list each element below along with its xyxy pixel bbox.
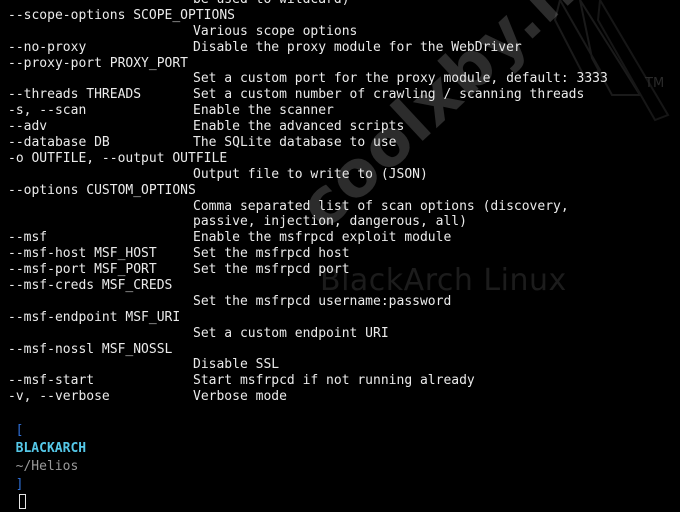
terminal-line: passive, injection, dangerous, all) xyxy=(0,214,680,230)
terminal-line: --scope-options SCOPE_OPTIONS xyxy=(0,8,680,24)
option-flag: --msf-nossl MSF_NOSSL xyxy=(8,341,173,357)
terminal-line: Set the msfrpcd username:password xyxy=(0,294,680,310)
terminal-output: be used to wildcard)--scope-options SCOP… xyxy=(0,0,680,405)
option-flag: --scope-options SCOPE_OPTIONS xyxy=(8,7,235,23)
option-flag: --msf-start xyxy=(8,373,95,389)
option-flag: --msf-port MSF_PORT xyxy=(8,262,157,278)
option-flag: --adv xyxy=(8,119,48,135)
prompt-open-bracket: [ xyxy=(15,423,24,438)
terminal-line: --threads THREADS Set a custom number of … xyxy=(0,87,680,103)
option-description: passive, injection, dangerous, all) xyxy=(193,214,467,230)
terminal-line: --database DB The SQLite database to use xyxy=(0,135,680,151)
option-description: be used to wildcard) xyxy=(193,0,350,8)
option-description: Set the msfrpcd port xyxy=(193,262,350,278)
option-flag: --proxy-port PROXY_PORT xyxy=(8,55,189,71)
terminal-line: Comma separated list of scan options (di… xyxy=(0,199,680,215)
option-description: Set a custom endpoint URI xyxy=(193,325,389,341)
option-description: Enable the advanced scripts xyxy=(193,119,405,135)
terminal-line: Set a custom endpoint URI xyxy=(0,326,680,342)
prompt-close-bracket: ] xyxy=(15,477,24,492)
terminal-line: --msf-endpoint MSF_URI xyxy=(0,310,680,326)
terminal-line: Various scope options xyxy=(0,24,680,40)
terminal-line: --proxy-port PROXY_PORT xyxy=(0,56,680,72)
option-description: Start msfrpcd if not running already xyxy=(193,373,475,389)
option-description: Set a custom number of crawling / scanni… xyxy=(193,87,585,103)
option-flag: --msf-creds MSF_CREDS xyxy=(8,278,173,294)
option-flag: --database DB xyxy=(8,135,110,151)
option-flag: --threads THREADS xyxy=(8,87,142,103)
option-description: Enable the msfrpcd exploit module xyxy=(193,230,452,246)
option-flag: --options CUSTOM_OPTIONS xyxy=(8,182,196,198)
terminal-line: Set a custom port for the proxy module, … xyxy=(0,71,680,87)
option-description: Verbose mode xyxy=(193,389,287,405)
prompt-hostname: BLACKARCH xyxy=(15,441,87,456)
terminal-line: --no-proxy Disable the proxy module for t… xyxy=(0,40,680,56)
option-description: Various scope options xyxy=(193,23,358,39)
option-description: The SQLite database to use xyxy=(193,135,397,151)
terminal-line: -s, --scan Enable the scanner xyxy=(0,103,680,119)
option-flag: --msf xyxy=(8,230,48,246)
terminal-line: --msf-start Start msfrpcd if not running … xyxy=(0,373,680,389)
option-flag: -s, --scan xyxy=(8,103,87,119)
option-description: Output file to write to (JSON) xyxy=(193,166,428,182)
prompt-path: ~/Helios xyxy=(15,459,79,474)
terminal-line: Disable SSL xyxy=(0,357,680,373)
terminal-line: -o OUTFILE, --output OUTFILE xyxy=(0,151,680,167)
terminal-line: -v, --verbose Verbose mode xyxy=(0,389,680,405)
terminal-line: --options CUSTOM_OPTIONS xyxy=(0,183,680,199)
option-flag: --no-proxy xyxy=(8,39,87,55)
option-flag: -v, --verbose xyxy=(8,389,110,405)
shell-prompt[interactable]: [ BLACKARCH ~/Helios ] xyxy=(0,404,86,509)
option-description: Disable the proxy module for the WebDriv… xyxy=(193,39,522,55)
option-flag: --msf-endpoint MSF_URI xyxy=(8,309,181,325)
option-description: Set the msfrpcd username:password xyxy=(193,293,452,309)
terminal-line: be used to wildcard) xyxy=(0,0,680,8)
terminal-line: --msf-nossl MSF_NOSSL xyxy=(0,342,680,358)
option-description: Enable the scanner xyxy=(193,103,334,119)
text-cursor[interactable] xyxy=(18,494,26,509)
option-description: Set a custom port for the proxy module, … xyxy=(193,71,608,87)
option-flag: -o OUTFILE, --output OUTFILE xyxy=(8,150,228,166)
option-description: Comma separated list of scan options (di… xyxy=(193,198,569,214)
terminal-line: --msf-port MSF_PORT Set the msfrpcd port xyxy=(0,262,680,278)
option-description: Set the msfrpcd host xyxy=(193,246,350,262)
option-flag: --msf-host MSF_HOST xyxy=(8,246,157,262)
terminal-line: --msf-creds MSF_CREDS xyxy=(0,278,680,294)
terminal-line: --msf Enable the msfrpcd exploit module xyxy=(0,230,680,246)
terminal-line: Output file to write to (JSON) xyxy=(0,167,680,183)
terminal-line: --msf-host MSF_HOST Set the msfrpcd host xyxy=(0,246,680,262)
terminal-line: --adv Enable the advanced scripts xyxy=(0,119,680,135)
option-description: Disable SSL xyxy=(193,357,280,373)
